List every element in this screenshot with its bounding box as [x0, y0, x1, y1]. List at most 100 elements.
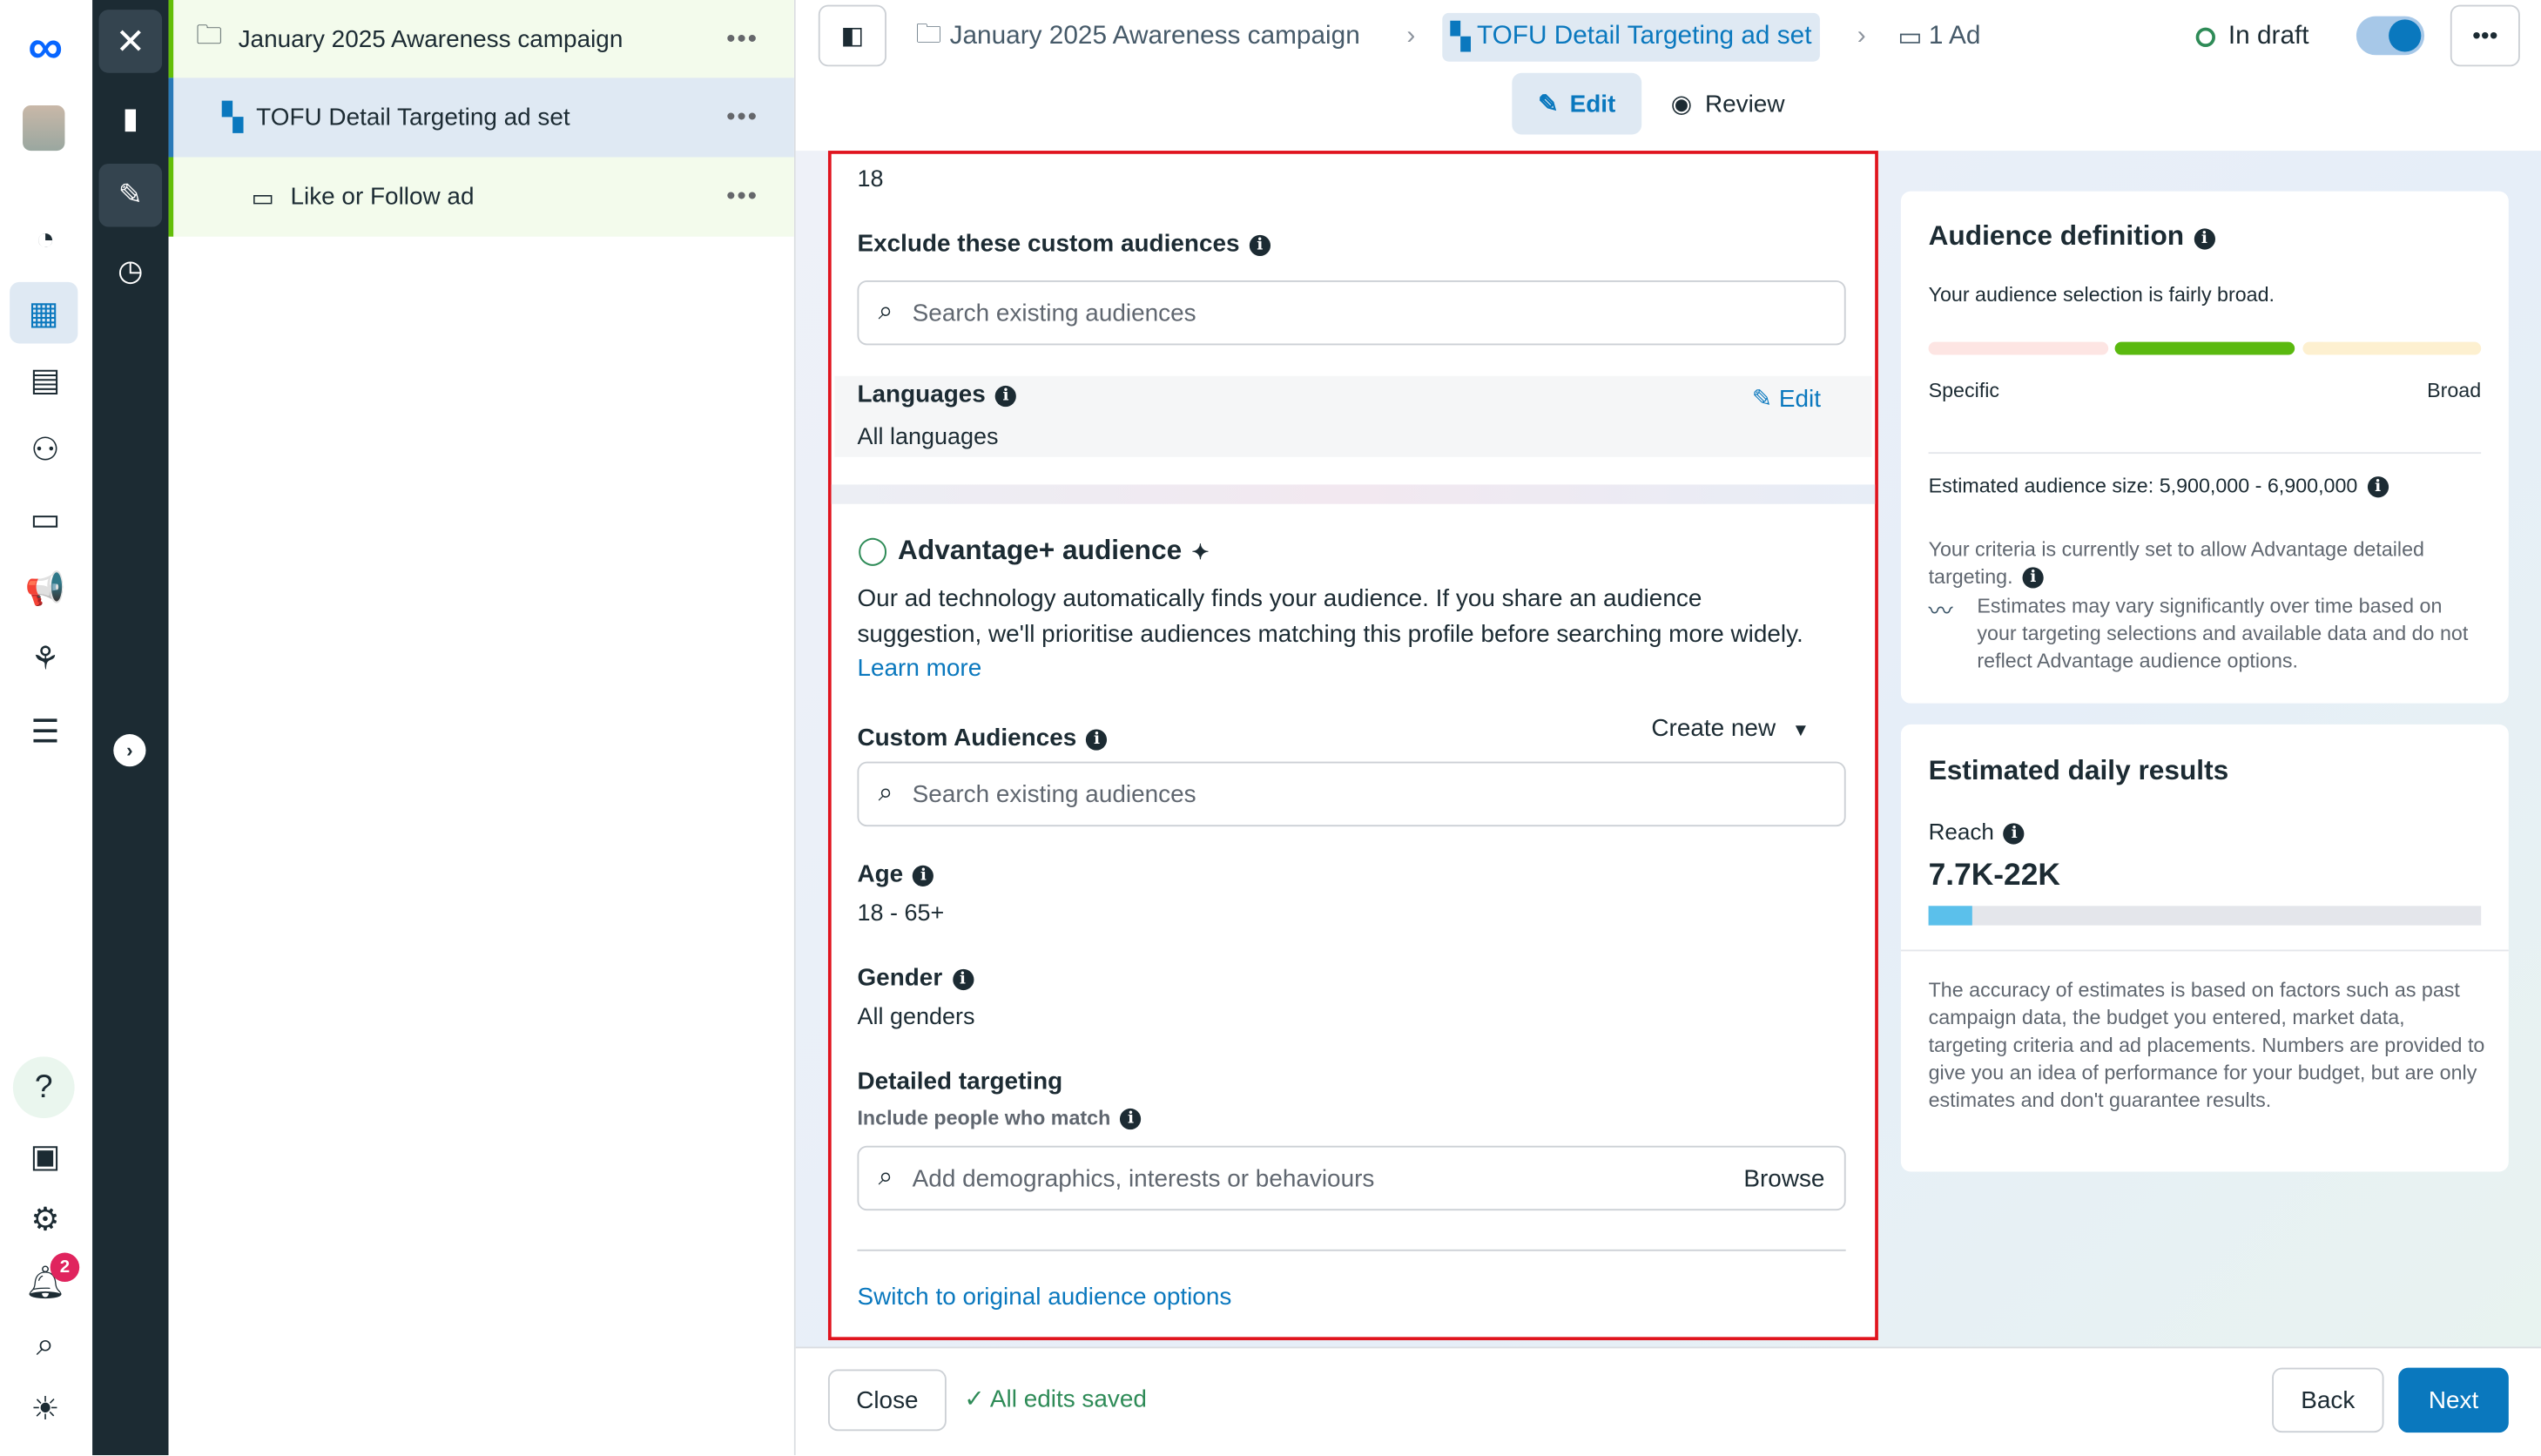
meter-label-specific: Specific: [1928, 379, 2000, 402]
audiences-icon[interactable]: ⚇: [23, 426, 68, 471]
business-icon[interactable]: ⚘: [23, 636, 68, 681]
reach-label: Reach i: [1929, 819, 2025, 845]
more-options-icon[interactable]: •••: [726, 25, 758, 54]
age-min-value: 18: [857, 166, 884, 193]
toggle-panel-button[interactable]: ◧: [818, 4, 886, 67]
breadcrumb-ad[interactable]: ▭ 1 Ad: [1897, 13, 1980, 62]
campaign-toggle[interactable]: [2356, 16, 2425, 56]
detailed-targeting-label: Detailed targeting: [857, 1068, 1063, 1096]
breadcrumb-label: 1 Ad: [1928, 23, 1981, 51]
save-status: ✓ All edits saved: [964, 1384, 1147, 1413]
check-circle-icon: ◯: [857, 535, 888, 566]
dropdown-label: Create new: [1651, 714, 1776, 743]
more-options-button[interactable]: •••: [2450, 4, 2520, 67]
editor-footer: Close ✓ All edits saved Back Next: [795, 1346, 2541, 1456]
more-options-icon[interactable]: •••: [726, 103, 758, 131]
tree-item-campaign[interactable]: 🗀 January 2025 Awareness campaign •••: [168, 0, 794, 80]
reach-bar: [1928, 906, 2482, 926]
pages-icon[interactable]: ▤: [23, 356, 68, 401]
custom-audiences-search[interactable]: ⌕ Search existing audiences: [857, 761, 1846, 827]
languages-value: All languages: [857, 424, 999, 451]
settings-gear-icon[interactable]: ⚙: [23, 1196, 68, 1241]
breadcrumb-label: TOFU Detail Targeting ad set: [1476, 23, 1812, 51]
back-button[interactable]: Back: [2272, 1367, 2384, 1433]
audience-size: Estimated audience size: 5,900,000 - 6,9…: [1929, 475, 2389, 498]
info-icon[interactable]: i: [1120, 1108, 1142, 1130]
more-options-icon[interactable]: •••: [726, 182, 758, 211]
menu-icon[interactable]: ☰: [23, 708, 68, 753]
expand-chevron-icon[interactable]: ›: [113, 734, 146, 767]
age-value[interactable]: 18 - 65+: [857, 901, 944, 927]
tab-review[interactable]: ◉ Review: [1671, 73, 1785, 135]
info-icon[interactable]: i: [2004, 823, 2025, 845]
dashboard-icon[interactable]: ◔: [23, 217, 68, 262]
bug-report-icon[interactable]: ☀: [23, 1385, 68, 1431]
browse-button[interactable]: Browse: [1743, 1164, 1824, 1192]
close-button[interactable]: Close: [827, 1369, 947, 1432]
learn-more-link[interactable]: Learn more: [857, 655, 981, 683]
detailed-targeting-sublabel: Include people who match i: [857, 1107, 1142, 1130]
meter-segment-middle: [2114, 341, 2295, 355]
save-status-label: All edits saved: [989, 1385, 1147, 1413]
info-icon[interactable]: i: [1086, 729, 1108, 751]
history-clock-icon[interactable]: ◷: [99, 239, 163, 303]
switch-audience-options-link[interactable]: Switch to original audience options: [857, 1284, 1231, 1311]
next-button[interactable]: Next: [2398, 1367, 2509, 1433]
gender-value[interactable]: All genders: [857, 1005, 974, 1031]
info-icon[interactable]: i: [2194, 228, 2215, 250]
tree-item-ad[interactable]: ▭ Like or Follow ad •••: [168, 157, 794, 237]
ad-window-icon: ▭: [251, 184, 274, 212]
meter-label-broad: Broad: [2427, 379, 2482, 402]
info-icon[interactable]: i: [913, 865, 934, 886]
divider: [1928, 452, 2482, 455]
adset-grid-icon: ▚: [1450, 24, 1471, 52]
editor-header: ◧ 🗀 January 2025 Awareness campaign › ▚ TO…: [795, 0, 2541, 152]
info-icon[interactable]: i: [952, 968, 974, 991]
info-icon[interactable]: i: [2367, 476, 2389, 498]
performance-chart-icon[interactable]: ▮: [99, 87, 163, 151]
estimates-note: Estimates may vary significantly over ti…: [1977, 594, 2469, 673]
ads-megaphone-icon[interactable]: 📢: [23, 565, 68, 610]
avatar[interactable]: [23, 104, 65, 152]
edit-pencil-icon[interactable]: ✎: [98, 163, 163, 227]
info-icon[interactable]: i: [1249, 234, 1270, 257]
tab-label: Edit: [1569, 90, 1616, 118]
divider: [857, 1249, 1846, 1251]
tab-edit[interactable]: ✎ Edit: [1512, 72, 1642, 135]
meta-logo-icon[interactable]: ∞: [23, 21, 68, 74]
search-icon: ⌕: [878, 298, 893, 327]
tree-item-label: January 2025 Awareness campaign: [238, 25, 623, 54]
languages-edit-link[interactable]: ✎ Edit: [1751, 384, 1821, 414]
tree-item-adset[interactable]: ▚ TOFU Detail Targeting ad set •••: [168, 78, 794, 158]
meter-segment-broad: [2302, 341, 2482, 355]
create-new-dropdown[interactable]: Create new ▼: [1651, 715, 1810, 743]
exclude-audiences-search[interactable]: ⌕ Search existing audiences: [857, 280, 1846, 346]
news-icon[interactable]: ▣: [23, 1133, 68, 1178]
eye-icon: ◉: [1670, 91, 1693, 118]
breadcrumb-campaign[interactable]: 🗀 January 2025 Awareness campaign: [915, 13, 1359, 62]
breadcrumb-label: January 2025 Awareness campaign: [949, 23, 1360, 51]
notification-badge: 2: [50, 1252, 80, 1283]
help-icon[interactable]: ?: [12, 1056, 75, 1119]
search-placeholder: Add demographics, interests or behaviour…: [912, 1164, 1375, 1192]
info-icon[interactable]: i: [995, 385, 1017, 408]
section-divider: [831, 484, 1876, 504]
campaigns-table-icon[interactable]: ▦: [10, 281, 78, 344]
divider: [1900, 949, 2509, 952]
breadcrumb-adset[interactable]: ▚ TOFU Detail Targeting ad set: [1442, 12, 1820, 62]
info-icon[interactable]: i: [2022, 567, 2044, 589]
search-icon[interactable]: ⌕: [23, 1323, 68, 1368]
detailed-targeting-search[interactable]: ⌕ Add demographics, interests or behaviou…: [857, 1145, 1846, 1211]
advantage-description: Our ad technology automatically finds yo…: [857, 584, 1803, 683]
campaign-tree: 🗀 January 2025 Awareness campaign ••• ▚ …: [168, 0, 796, 1456]
reach-bar-fill: [1928, 906, 1973, 926]
edit-pencil-icon: ✎: [1751, 385, 1773, 414]
advantage-title: ◯ Advantage+ audience ✦: [857, 535, 1210, 566]
folder-icon: 🗀: [915, 20, 942, 48]
billing-icon[interactable]: ▭: [23, 495, 68, 541]
sidebar-toggle-icon: ◧: [840, 23, 865, 51]
search-icon: ⌕: [878, 779, 893, 807]
audience-definition-card: Audience definition i Your audience selec…: [1900, 191, 2509, 704]
audience-summary: Your audience selection is fairly broad.: [1928, 283, 2275, 307]
close-icon[interactable]: ✕: [98, 10, 163, 73]
